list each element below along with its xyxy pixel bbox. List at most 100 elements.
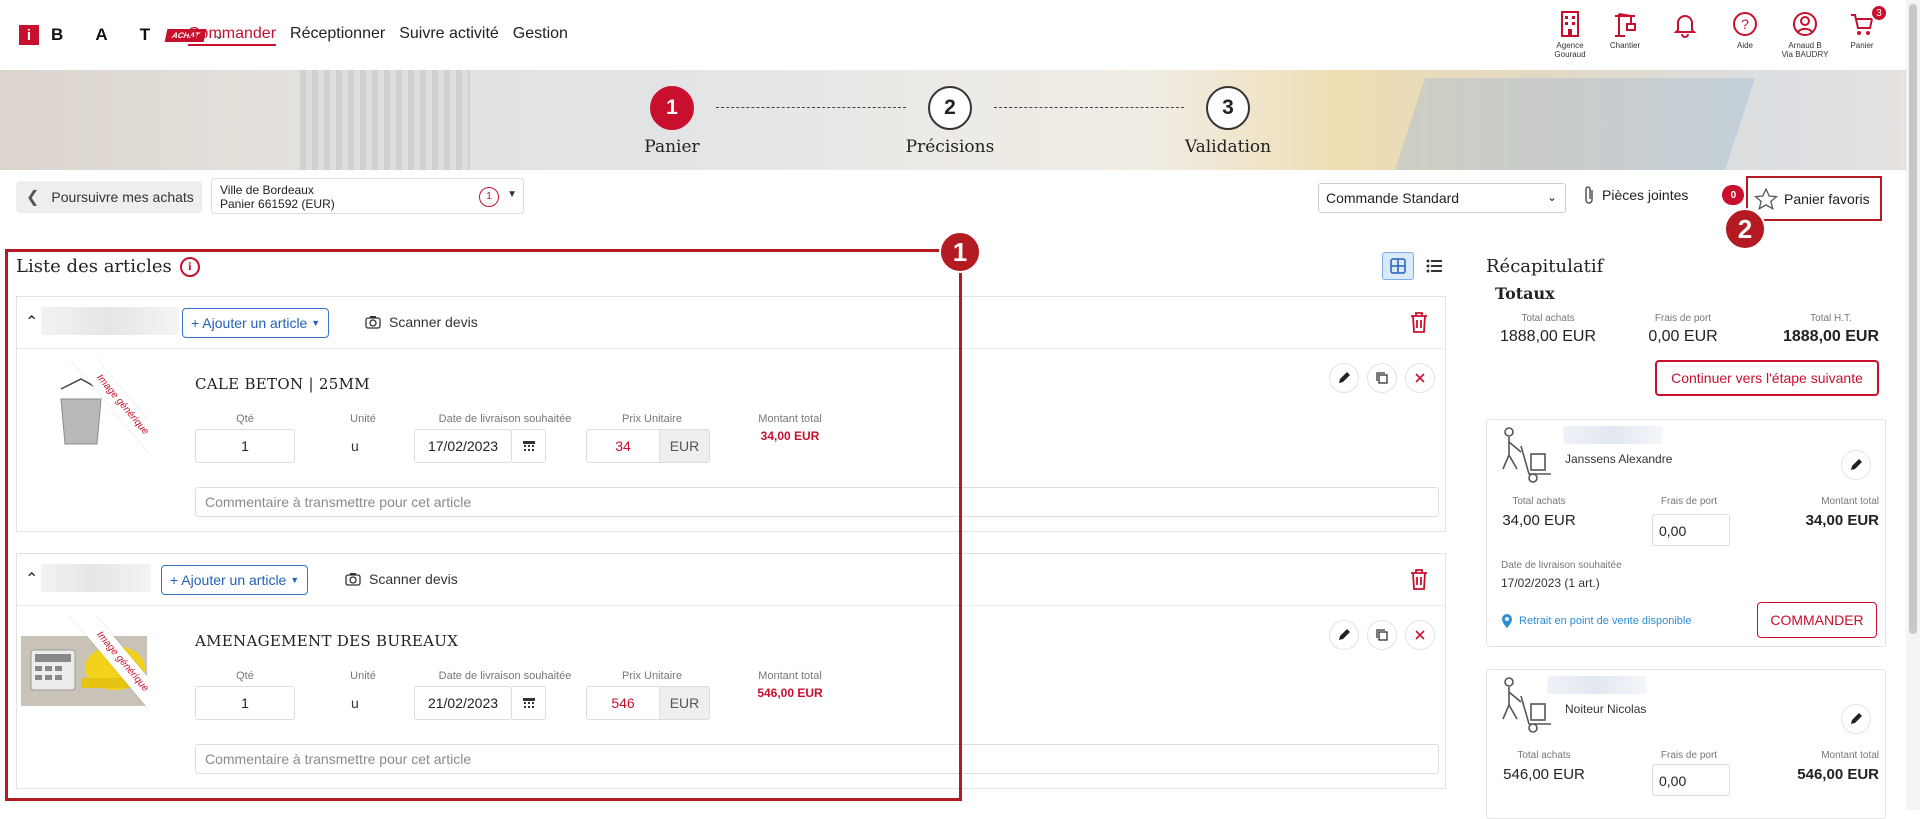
aide-label: Aide	[1736, 41, 1753, 50]
delete-group-button[interactable]	[1409, 568, 1429, 595]
panier-count-badge: 1	[479, 187, 499, 207]
pieces-label: Pièces jointes	[1602, 187, 1689, 203]
panier-favoris-button[interactable]: Panier favoris	[1746, 176, 1882, 221]
menu-gestion[interactable]: Gestion	[513, 25, 568, 46]
delete-group-button[interactable]	[1409, 311, 1429, 338]
remove-article-button[interactable]	[1405, 363, 1435, 393]
total-achats-value: 1888,00 EUR	[1499, 328, 1597, 345]
supplier-montant: Montant total 34,00 EUR	[1793, 496, 1879, 529]
callout-1: 1	[939, 231, 981, 273]
edit-article-button[interactable]	[1329, 620, 1359, 650]
star-icon	[1754, 187, 1778, 210]
user-icon	[1793, 12, 1817, 36]
step-validation[interactable]: 3 Validation	[1168, 86, 1288, 157]
retrait-label: Retrait en point de vente disponible	[1519, 615, 1692, 627]
article-actions	[1329, 363, 1435, 393]
retrait-link[interactable]: Retrait en point de vente disponible	[1501, 613, 1691, 629]
panier-badge: 3	[1870, 4, 1888, 22]
scrollbar-thumb[interactable]	[1909, 4, 1917, 634]
panier-id: Panier 661592 (EUR)	[220, 197, 335, 211]
aide-button[interactable]: ? Aide	[1715, 10, 1775, 50]
grid-view-button[interactable]	[1382, 252, 1414, 280]
close-icon	[1415, 373, 1425, 383]
top-navigation: i B A T ACHAT ⌄ Commander Réceptionner S…	[0, 0, 1920, 70]
user-label-1: Arnaud B	[1788, 41, 1822, 50]
back-to-shopping-button[interactable]: ❮ Poursuivre mes achats	[16, 181, 202, 213]
continue-next-step-button[interactable]: Continuer vers l'étape suivante	[1655, 360, 1879, 396]
supplier-frais-label-wrap: Frais de port	[1649, 750, 1729, 761]
supplier-frais-label: Frais de port	[1660, 750, 1718, 761]
user-label-2: Via BAUDRY	[1781, 50, 1829, 59]
caret-down-icon: ▼	[507, 189, 517, 200]
user-button[interactable]: Arnaud B Via BAUDRY	[1775, 10, 1835, 59]
supplier-name: Noiteur Nicolas	[1565, 702, 1647, 716]
hand-truck-icon	[1502, 427, 1551, 483]
supplier-card: Noiteur Nicolas Total achats 546,00 EUR …	[1486, 669, 1886, 819]
callout-2: 2	[1724, 208, 1766, 250]
pieces-jointes-button[interactable]: Pièces jointes 0	[1582, 184, 1745, 206]
frais-port: Frais de port 0,00 EUR	[1638, 313, 1728, 346]
pencil-icon	[1339, 372, 1350, 383]
step-connector	[716, 107, 906, 108]
trash-icon	[1411, 569, 1427, 590]
menu-receptionner[interactable]: Réceptionner	[290, 25, 385, 46]
help-icon: ?	[1733, 12, 1757, 36]
view-toggle	[1382, 252, 1450, 280]
trash-icon	[1411, 312, 1427, 333]
panier-button[interactable]: 3 Panier	[1832, 4, 1892, 50]
supplier-company	[1547, 676, 1647, 694]
close-icon	[1415, 630, 1425, 640]
supplier-name: Janssens Alexandre	[1565, 452, 1673, 466]
back-label: Poursuivre mes achats	[51, 189, 194, 205]
commander-button[interactable]: COMMANDER	[1757, 602, 1877, 638]
chantier-label: Chantier	[1609, 41, 1641, 50]
grid-icon	[1390, 258, 1406, 274]
step-precisions[interactable]: 2 Précisions	[890, 86, 1010, 157]
map-pin-icon	[1502, 614, 1512, 628]
panier-selector[interactable]: Ville de Bordeaux Panier 661592 (EUR) 1 …	[211, 178, 524, 214]
edit-supplier-button[interactable]	[1841, 450, 1871, 480]
total-ht-label: Total H.T.	[1810, 313, 1852, 324]
brand-letters: B A T	[51, 25, 165, 44]
svg-text:?: ?	[1741, 16, 1749, 32]
supplier-montant-value: 546,00 EUR	[1797, 766, 1879, 783]
step-label: Panier	[644, 137, 700, 157]
brand-mark: i	[19, 25, 39, 45]
supplier-montant-label: Montant total	[1821, 750, 1879, 761]
supplier-montant-label: Montant total	[1821, 496, 1879, 507]
building-icon	[1561, 11, 1579, 37]
supplier-total-achats: Total achats 546,00 EUR	[1499, 750, 1589, 783]
supplier-total-achats-label: Total achats	[1517, 750, 1571, 761]
commande-type-value: Commande Standard	[1326, 190, 1460, 206]
page-scrollbar[interactable]	[1906, 0, 1920, 810]
copy-icon	[1376, 629, 1388, 641]
commande-type-select[interactable]: Commande Standard ⌄	[1318, 183, 1566, 213]
supplier-card: Janssens Alexandre Total achats 34,00 EU…	[1486, 419, 1886, 647]
duplicate-article-button[interactable]	[1367, 620, 1397, 650]
list-view-button[interactable]	[1418, 252, 1450, 280]
menu-commander[interactable]: Commander	[188, 25, 277, 46]
agence-label-2: Gouraud	[1554, 50, 1586, 59]
total-ht-value: 1888,00 EUR	[1782, 328, 1880, 345]
menu-suivre-activite[interactable]: Suivre activité	[399, 25, 499, 46]
supplier-montant: Montant total 546,00 EUR	[1787, 750, 1879, 783]
pencil-icon	[1851, 459, 1862, 470]
frais-port-input[interactable]: 0,00	[1652, 764, 1730, 796]
frais-port-label: Frais de port	[1654, 313, 1712, 324]
agence-button[interactable]: Agence Gouraud	[1540, 10, 1600, 59]
step-panier[interactable]: 1 Panier	[612, 86, 732, 157]
notifications-button[interactable]	[1655, 10, 1715, 38]
top-icons: Agence Gouraud Chantier ? Aide Arnaud B Vi…	[1540, 4, 1920, 68]
remove-article-button[interactable]	[1405, 620, 1435, 650]
frais-port-input[interactable]: 0,00	[1652, 514, 1730, 546]
duplicate-article-button[interactable]	[1367, 363, 1397, 393]
chantier-button[interactable]: Chantier	[1595, 10, 1655, 50]
supplier-date-value: 17/02/2023 (1 art.)	[1501, 576, 1600, 590]
pieces-count-badge: 0	[1722, 185, 1745, 205]
edit-supplier-button[interactable]	[1841, 704, 1871, 734]
bell-icon	[1673, 15, 1697, 38]
edit-article-button[interactable]	[1329, 363, 1359, 393]
step-number: 2	[928, 86, 972, 130]
recap-title: Récapitulatif	[1486, 256, 1604, 277]
supplier-frais-label: Frais de port	[1660, 496, 1718, 507]
